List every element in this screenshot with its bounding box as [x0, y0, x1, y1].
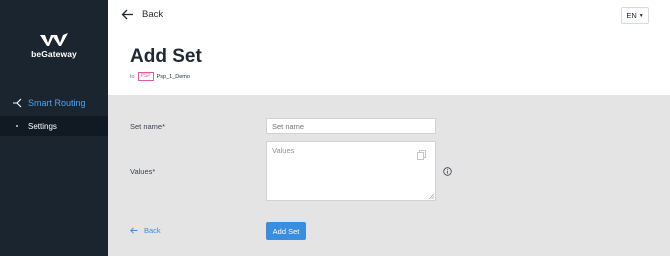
back-link-bottom[interactable]: Back — [130, 226, 161, 235]
language-value: EN — [626, 11, 637, 20]
bullet-icon — [16, 125, 18, 127]
back-label: Back — [142, 9, 164, 20]
sidebar-item-label: Smart Routing — [28, 98, 86, 108]
sidebar-sub-item-label: Settings — [28, 121, 57, 131]
set-name-label: Set name* — [130, 122, 166, 131]
set-name-input[interactable] — [266, 118, 436, 134]
sidebar: beGateway Smart Routing Settings — [0, 0, 108, 256]
logo-mark-icon — [40, 33, 68, 46]
language-select[interactable]: EN ▼ — [621, 7, 649, 24]
back-bottom-label: Back — [144, 226, 161, 235]
logo[interactable]: beGateway — [0, 33, 108, 59]
copy-icon[interactable] — [417, 150, 426, 160]
sidebar-item-settings[interactable]: Settings — [0, 116, 108, 136]
breadcrumb: to PSP Psp_1_Demo — [130, 72, 190, 81]
arrow-left-icon — [121, 9, 133, 20]
psp-badge: PSP — [137, 72, 154, 81]
chevron-down-icon: ▼ — [638, 12, 644, 19]
values-textarea[interactable]: Values — [266, 141, 436, 201]
logo-text: beGateway — [31, 49, 77, 59]
page-title: Add Set — [130, 46, 202, 67]
info-icon[interactable] — [443, 167, 452, 176]
values-label: Values* — [130, 167, 156, 176]
form-area: Set name* Values* Values Back Add Set — [108, 95, 670, 256]
psp-name: Psp_1_Demo — [156, 73, 190, 80]
sidebar-item-smart-routing[interactable]: Smart Routing — [0, 94, 108, 112]
subtitle-prefix: to — [130, 73, 135, 80]
back-link-top[interactable]: Back — [121, 9, 163, 20]
arrow-left-icon — [130, 227, 138, 234]
values-placeholder: Values — [272, 146, 295, 155]
add-set-button[interactable]: Add Set — [266, 222, 306, 240]
routing-icon — [13, 98, 22, 108]
resize-handle-icon[interactable] — [429, 194, 434, 199]
page-header: Back EN ▼ Add Set to PSP Psp_1_Demo — [108, 0, 670, 95]
